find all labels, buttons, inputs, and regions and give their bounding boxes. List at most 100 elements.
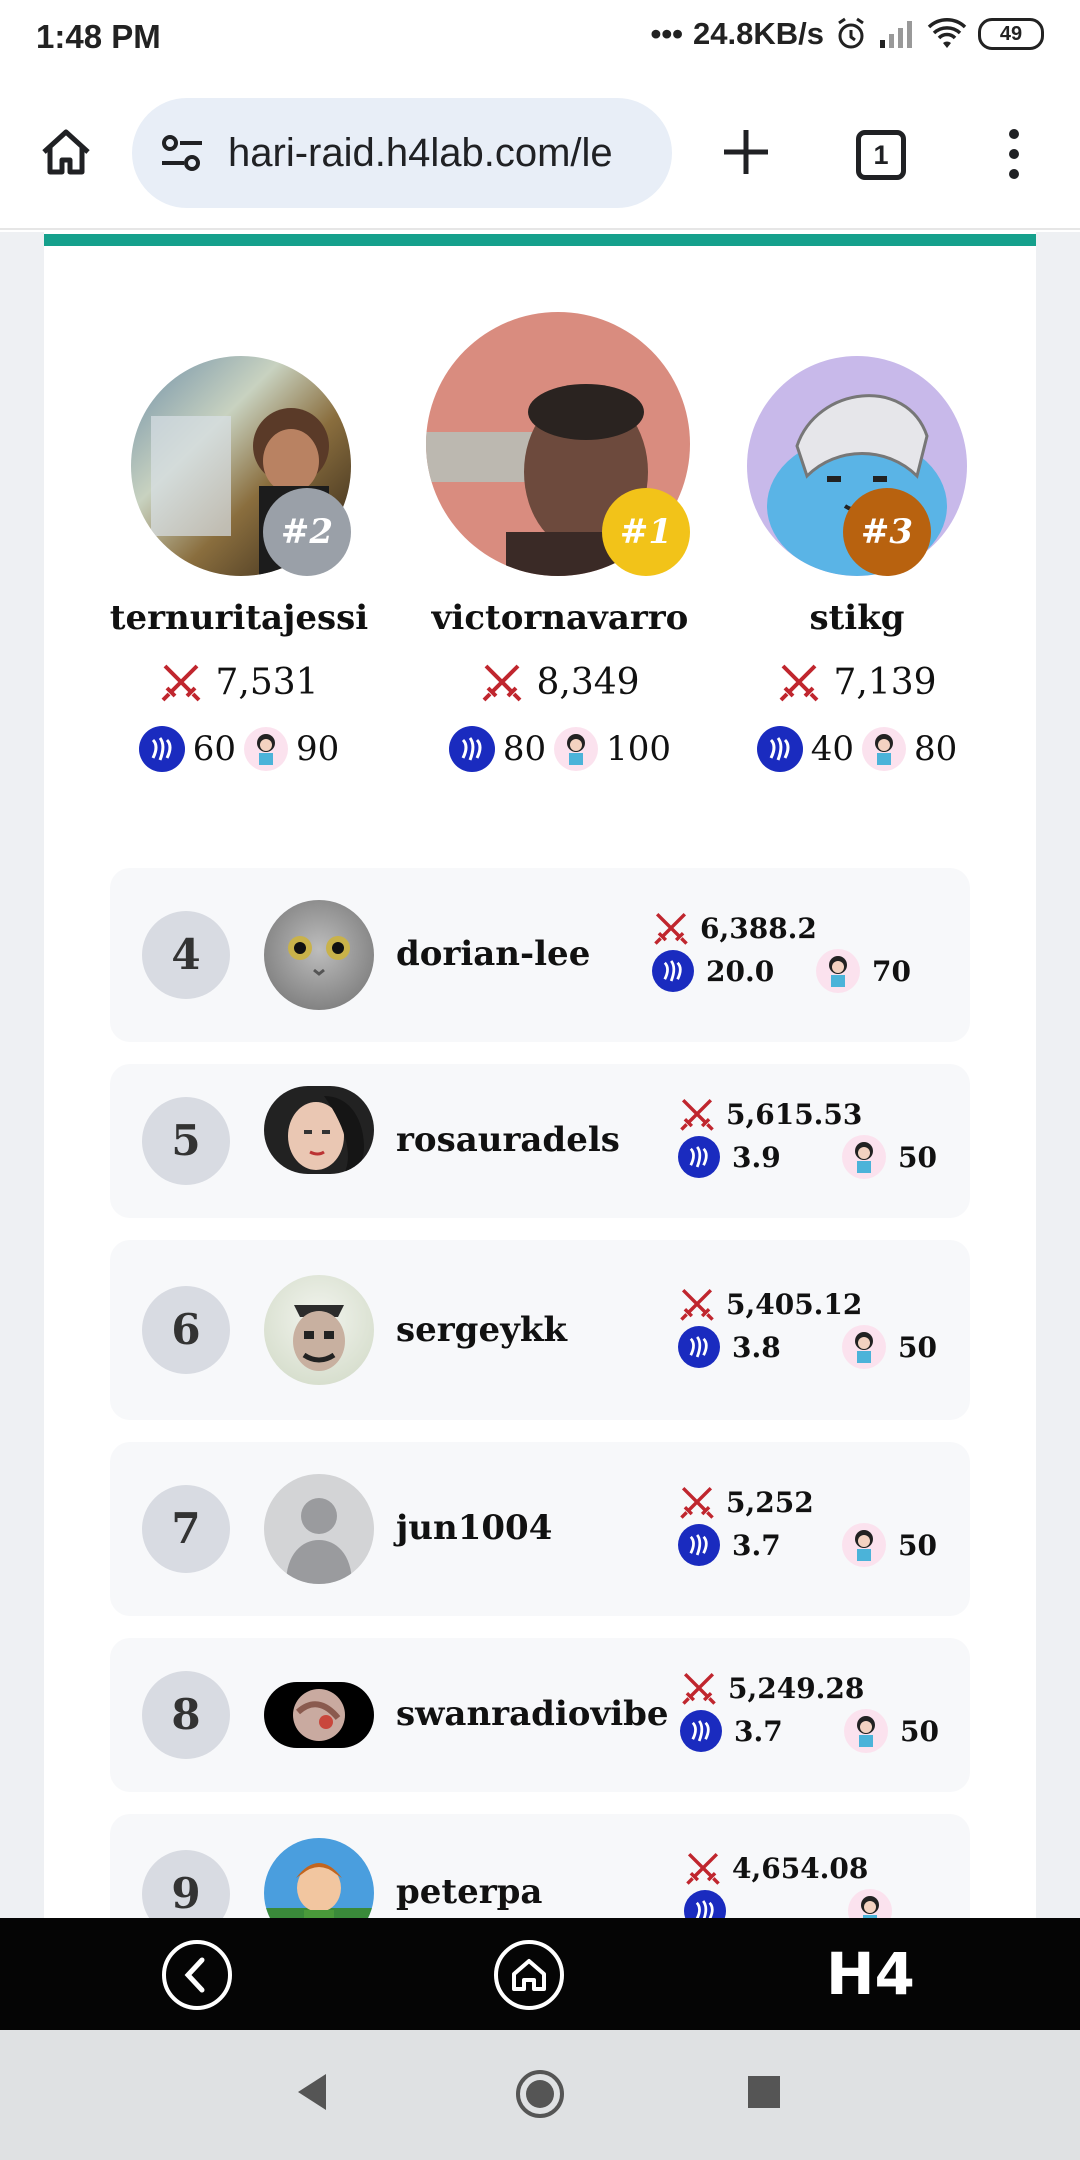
avatar xyxy=(264,1474,374,1584)
crossed-swords-icon xyxy=(162,664,201,702)
status-indicators: ••• 24.8KB/s 49 xyxy=(650,16,1044,52)
coin-reward: 3.8 xyxy=(732,1330,781,1364)
coin-reward: 80 xyxy=(502,729,547,769)
podium-first[interactable]: #1 victornavarro 8,349 80 100 xyxy=(410,232,710,792)
coin-reward: 3.7 xyxy=(734,1714,783,1748)
h4-logo[interactable]: H4 xyxy=(826,1940,915,2008)
home-button[interactable] xyxy=(494,1940,564,2010)
web-content: #2 ternuritajessi 7,531 60 90 #1 victorn… xyxy=(0,232,1080,1918)
leaderboard-row[interactable]: 4 dorian-lee 6,388.2 20.0 70 xyxy=(110,868,970,1042)
overflow-menu-icon[interactable] xyxy=(1000,126,1028,182)
crossed-swords-icon xyxy=(682,1672,716,1705)
chibi-reward: 50 xyxy=(898,1330,937,1364)
chibi-character-icon xyxy=(816,949,860,993)
steem-coin-icon xyxy=(756,726,803,772)
points-value: 7,531 xyxy=(215,661,319,703)
username: rosauradels xyxy=(396,1120,620,1160)
avatar xyxy=(264,1275,374,1385)
chibi-character-icon xyxy=(842,1135,886,1179)
points-value: 8,349 xyxy=(536,661,640,703)
leaderboard-row[interactable]: 5 rosauradels 5,615.53 3.9 50 xyxy=(110,1064,970,1218)
chibi-character-icon xyxy=(554,727,599,771)
rank-badge: #1 xyxy=(602,488,690,576)
chibi-reward: 100 xyxy=(606,729,672,769)
points-value: 6,388.2 xyxy=(700,911,817,945)
rank-badge: #3 xyxy=(843,488,931,576)
rank-number: 7 xyxy=(142,1485,230,1573)
leaderboard-row[interactable]: 6 sergeykk 5,405.12 3.8 50 xyxy=(110,1240,970,1420)
steem-coin-icon xyxy=(680,1710,722,1752)
chibi-reward: 50 xyxy=(900,1714,939,1748)
rank-number: 8 xyxy=(142,1671,230,1759)
row-stats: 5,252 3.7 50 xyxy=(678,1482,1008,1568)
podium-second[interactable]: #2 ternuritajessi 7,531 60 90 xyxy=(89,232,389,792)
coin-reward: 3.9 xyxy=(732,1140,781,1174)
podium-username: victornavarro xyxy=(431,598,689,638)
network-speed: 24.8KB/s xyxy=(693,16,824,51)
crossed-swords-icon xyxy=(680,1486,714,1519)
podium-points: 8,349 xyxy=(410,660,710,704)
row-stats: 6,388.2 20.0 70 xyxy=(652,908,982,994)
row-stats: 5,249.28 3.7 50 xyxy=(680,1668,1010,1754)
podium-rewards: 40 80 xyxy=(707,726,1007,772)
podium-rewards: 80 100 xyxy=(410,726,710,772)
podium-username: ternuritajessi xyxy=(109,598,369,638)
address-bar[interactable]: hari-raid.h4lab.com/le xyxy=(132,98,672,208)
chibi-reward: 80 xyxy=(914,729,958,769)
crossed-swords-icon xyxy=(780,664,819,702)
crossed-swords-icon xyxy=(680,1288,714,1321)
system-home-icon[interactable] xyxy=(514,2068,566,2120)
coin-reward: 20.0 xyxy=(706,954,775,988)
status-time: 1:48 PM xyxy=(36,18,161,55)
username: dorian-lee xyxy=(396,934,591,974)
system-recents-icon[interactable] xyxy=(746,2074,782,2110)
steem-coin-icon xyxy=(684,1890,726,1918)
coin-reward: 3.7 xyxy=(732,1528,781,1562)
new-tab-icon[interactable] xyxy=(718,124,774,180)
status-bar: 1:48 PM ••• 24.8KB/s 49 xyxy=(0,0,1080,80)
crossed-swords-icon xyxy=(686,1852,720,1885)
tab-switcher-button[interactable]: 1 xyxy=(856,130,906,180)
podium-third[interactable]: #3 stikg 7,139 40 80 xyxy=(707,232,1007,792)
steem-coin-icon xyxy=(138,726,185,772)
leaderboard-row[interactable]: 9 peterpa 4,654.08 xyxy=(110,1814,970,1918)
coin-reward: 60 xyxy=(192,729,236,769)
chibi-character-icon xyxy=(848,1889,892,1918)
leaderboard-row[interactable]: 8 swanradiovibe 5,249.28 3.7 50 xyxy=(110,1638,970,1792)
chibi-character-icon xyxy=(862,727,906,771)
steem-coin-icon xyxy=(652,950,694,992)
podium-points: 7,139 xyxy=(707,660,1007,704)
points-value: 5,252 xyxy=(726,1485,814,1519)
avatar xyxy=(264,1086,374,1174)
chibi-character-icon xyxy=(844,1709,888,1753)
more-dots-icon: ••• xyxy=(650,16,684,51)
username: peterpa xyxy=(396,1872,543,1912)
avatar xyxy=(264,1838,374,1918)
rank-number: 5 xyxy=(142,1097,230,1185)
back-button[interactable] xyxy=(162,1940,232,2010)
chibi-character-icon xyxy=(842,1325,886,1369)
points-value: 5,405.12 xyxy=(726,1287,863,1321)
steem-coin-icon xyxy=(448,726,495,772)
chibi-reward: 90 xyxy=(296,729,340,769)
site-settings-icon[interactable] xyxy=(158,129,206,177)
crossed-swords-icon xyxy=(483,664,522,702)
rank-number: 9 xyxy=(142,1850,230,1918)
points-value: 7,139 xyxy=(833,661,937,703)
username: swanradiovibe xyxy=(396,1694,669,1734)
crossed-swords-icon xyxy=(680,1098,714,1131)
username: jun1004 xyxy=(396,1508,553,1548)
system-back-icon[interactable] xyxy=(292,2070,332,2114)
points-value: 5,615.53 xyxy=(726,1097,863,1131)
leaderboard-row[interactable]: 7 jun1004 5,252 3.7 50 xyxy=(110,1442,970,1616)
url-text[interactable]: hari-raid.h4lab.com/le xyxy=(228,131,613,176)
steem-coin-icon xyxy=(678,1136,720,1178)
podium-rewards: 60 90 xyxy=(89,726,389,772)
podium-username: stikg xyxy=(809,598,905,638)
home-icon[interactable] xyxy=(38,124,94,180)
podium-points: 7,531 xyxy=(89,660,389,704)
rank-number: 4 xyxy=(142,911,230,999)
row-stats: 5,615.53 3.9 50 xyxy=(678,1094,1008,1180)
coin-reward: 40 xyxy=(810,729,854,769)
points-value: 4,654.08 xyxy=(732,1851,869,1885)
